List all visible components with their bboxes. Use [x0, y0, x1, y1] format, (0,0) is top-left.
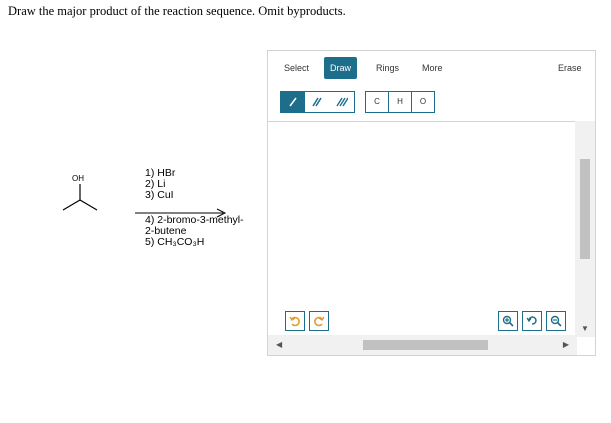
tab-rings[interactable]: Rings — [370, 57, 405, 79]
undo-icon — [289, 316, 300, 327]
tab-select[interactable]: Select — [278, 57, 315, 79]
structure-editor: Select Draw Rings More Erase C H O ▼ ◀ ▶ — [267, 50, 596, 356]
reactant-structure: OH — [62, 174, 98, 211]
question-text: Draw the major product of the reaction s… — [8, 4, 346, 18]
horizontal-scroll-thumb[interactable] — [363, 340, 488, 350]
tab-more[interactable]: More — [416, 57, 449, 79]
redo-button[interactable] — [309, 311, 329, 331]
bond-tool-group — [280, 91, 355, 113]
scroll-left-arrow-icon[interactable]: ◀ — [276, 340, 282, 349]
atom-h-button[interactable]: H — [389, 92, 412, 112]
undo-button[interactable] — [285, 311, 305, 331]
atom-o-button[interactable]: O — [412, 92, 434, 112]
vertical-scroll-thumb[interactable] — [580, 159, 590, 259]
c-c-bond-left — [62, 199, 81, 211]
triple-bond-icon — [336, 97, 348, 107]
triple-bond-button[interactable] — [330, 92, 354, 112]
reagents-below: 4) 2-bromo-3-methyl- 2-butene 5) CH₃CO₃H — [145, 215, 244, 248]
reset-view-icon — [526, 316, 537, 325]
single-bond-button[interactable] — [281, 92, 306, 112]
zoom-out-button[interactable] — [546, 311, 566, 331]
zoom-in-icon — [502, 315, 514, 327]
reagent-step-5: 5) CH₃CO₃H — [145, 236, 205, 248]
single-bond-icon — [289, 97, 297, 107]
horizontal-scrollbar[interactable]: ◀ ▶ — [268, 335, 577, 355]
reagent-step-3: 3) CuI — [145, 189, 174, 201]
reset-view-button[interactable] — [522, 311, 542, 331]
atom-c-button[interactable]: C — [366, 92, 389, 112]
oh-label: OH — [72, 174, 84, 183]
zoom-out-icon — [550, 315, 562, 327]
tab-draw[interactable]: Draw — [324, 57, 358, 79]
zoom-in-button[interactable] — [498, 311, 518, 331]
scroll-right-arrow-icon[interactable]: ▶ — [563, 340, 569, 349]
editor-tabs: Select Draw Rings More Erase — [268, 57, 595, 79]
redo-icon — [314, 316, 325, 327]
reagents-above: 1) HBr 2) Li 3) CuI — [145, 168, 175, 201]
atom-tool-group: C H O — [365, 91, 435, 113]
drawing-canvas[interactable] — [268, 121, 577, 338]
double-bond-icon — [312, 97, 323, 107]
c-c-bond-right — [79, 199, 98, 211]
scroll-down-arrow-icon[interactable]: ▼ — [581, 324, 589, 333]
vertical-scrollbar[interactable]: ▼ — [575, 121, 595, 337]
double-bond-button[interactable] — [305, 92, 329, 112]
tab-erase[interactable]: Erase — [552, 57, 588, 79]
